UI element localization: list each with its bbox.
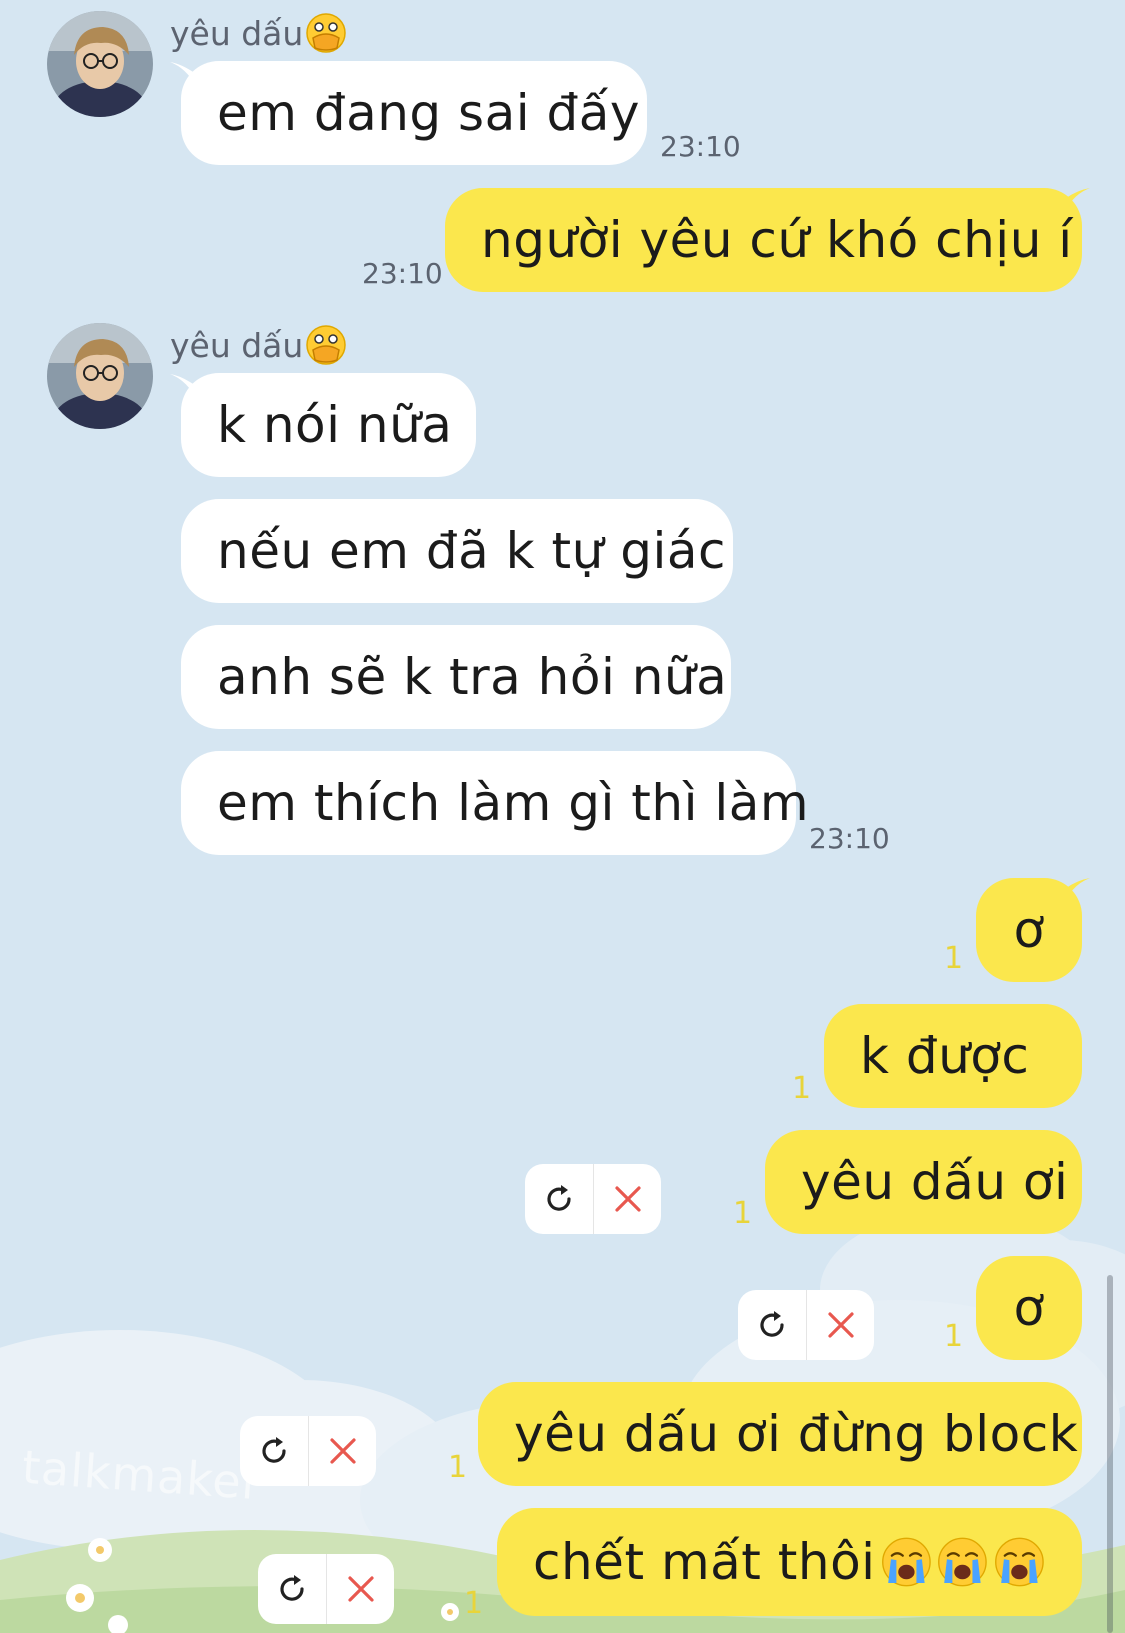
loudly-crying-face-icon	[938, 1537, 988, 1587]
message-bubble-incoming[interactable]: anh sẽ k tra hỏi nữa	[181, 625, 731, 729]
message-bubble-incoming[interactable]: k nói nữa	[181, 373, 476, 477]
message-text: người yêu cứ khó chịu í	[481, 211, 1073, 269]
close-icon	[347, 1576, 374, 1602]
refresh-icon	[262, 1437, 286, 1463]
resend-button[interactable]	[240, 1416, 308, 1486]
message-bubble-outgoing[interactable]: yêu dấu ơi đừng block	[478, 1382, 1082, 1486]
message-bubble-outgoing[interactable]: k được	[824, 1004, 1082, 1108]
scrollbar[interactable]	[1107, 1275, 1113, 1633]
message-bubble-outgoing[interactable]: người yêu cứ khó chịu í	[445, 188, 1082, 292]
face-with-open-eyes-and-hand-over-mouth-icon	[306, 13, 347, 53]
refresh-icon	[547, 1185, 571, 1211]
message-text: chết mất thôi	[533, 1533, 876, 1591]
refresh-icon	[760, 1311, 784, 1337]
message-bubble-outgoing[interactable]: ơ	[976, 1256, 1082, 1360]
sender-name: yêu dấu	[170, 12, 347, 54]
message-text: k được	[860, 1027, 1030, 1085]
close-icon	[329, 1438, 356, 1464]
message-text: em đang sai đấy	[217, 84, 641, 142]
refresh-icon	[280, 1575, 304, 1601]
message-time: 23:10	[362, 257, 443, 290]
unread-count: 1	[792, 1071, 812, 1106]
resend-button[interactable]	[738, 1290, 806, 1360]
message-text: yêu dấu ơi	[801, 1153, 1069, 1211]
bubble-tail	[1066, 878, 1090, 900]
close-icon	[614, 1186, 641, 1212]
unread-count: 1	[944, 1319, 964, 1354]
sender-name-text: yêu dấu	[170, 13, 304, 53]
message-bubble-incoming[interactable]: em đang sai đấy	[181, 61, 647, 165]
delete-button[interactable]	[326, 1554, 394, 1624]
close-icon	[827, 1312, 854, 1338]
message-bubble-outgoing[interactable]: yêu dấu ơi	[765, 1130, 1082, 1234]
message-text: yêu dấu ơi đừng block	[514, 1405, 1079, 1463]
resend-button[interactable]	[525, 1164, 593, 1234]
message-text: nếu em đã k tự giác	[217, 522, 726, 580]
message-text: k nói nữa	[217, 396, 453, 454]
unread-count: 1	[733, 1196, 753, 1231]
message-bubble-incoming[interactable]: nếu em đã k tự giác	[181, 499, 733, 603]
message-text: em thích làm gì thì làm	[217, 774, 810, 832]
message-bubble-outgoing[interactable]: chết mất thôi	[497, 1508, 1082, 1616]
avatar[interactable]	[47, 11, 153, 117]
avatar-photo	[47, 323, 153, 429]
bubble-tail	[1066, 188, 1090, 210]
loudly-crying-face-icon	[881, 1537, 931, 1587]
message-bubble-incoming[interactable]: em thích làm gì thì làm	[181, 751, 809, 855]
unread-count: 1	[944, 941, 964, 976]
message-text: anh sẽ k tra hỏi nữa	[217, 648, 728, 706]
failed-message-actions	[258, 1554, 394, 1624]
sender-name: yêu dấu	[170, 324, 347, 366]
delete-button[interactable]	[593, 1164, 661, 1234]
unread-count: 1	[464, 1586, 484, 1621]
avatar[interactable]	[47, 323, 153, 429]
unread-count: 1	[448, 1450, 468, 1485]
loudly-crying-face-icon	[995, 1537, 1044, 1587]
message-text: ơ	[1013, 901, 1045, 959]
resend-button[interactable]	[258, 1554, 326, 1624]
failed-message-actions	[525, 1164, 661, 1234]
sender-name-text: yêu dấu	[170, 325, 304, 365]
message-time: 23:10	[809, 822, 890, 855]
failed-message-actions	[738, 1290, 874, 1360]
message-text: ơ	[1013, 1279, 1045, 1337]
chat-view[interactable]: talkmaker yêu dấu em đang sai đấy 23:10 …	[0, 0, 1125, 1633]
avatar-photo	[47, 11, 153, 117]
failed-message-actions	[240, 1416, 376, 1486]
delete-button[interactable]	[308, 1416, 376, 1486]
face-with-open-eyes-and-hand-over-mouth-icon	[306, 325, 347, 365]
delete-button[interactable]	[806, 1290, 874, 1360]
message-time: 23:10	[660, 130, 741, 163]
